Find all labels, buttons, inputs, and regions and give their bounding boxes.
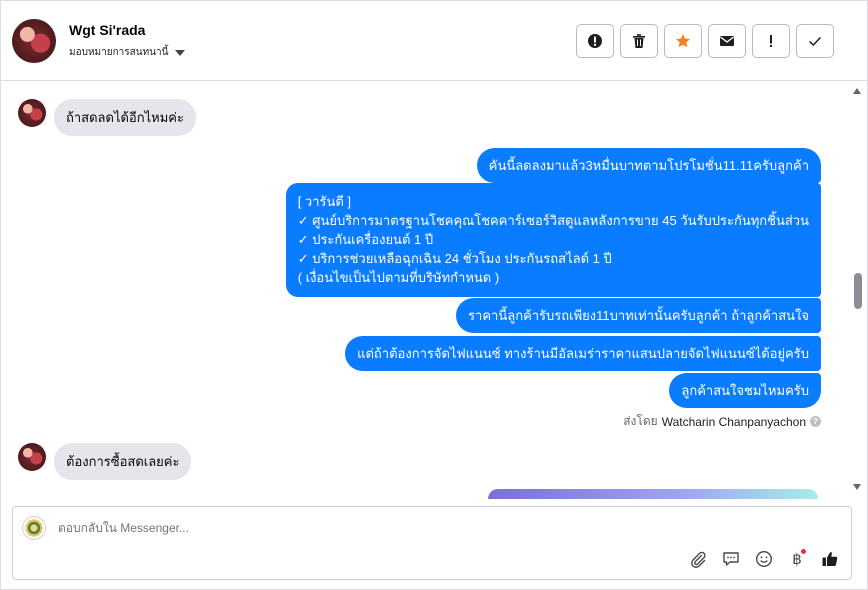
like-button[interactable] bbox=[819, 548, 841, 570]
conversation-actions bbox=[576, 24, 834, 58]
delete-button[interactable] bbox=[620, 24, 658, 58]
alert-circle-icon bbox=[588, 34, 602, 48]
attachment-card-partial[interactable] bbox=[488, 489, 818, 499]
outgoing-message-warranty[interactable]: [ วารันตี ] ✓ ศูนย์บริการมาตรฐานโชคคุณโช… bbox=[285, 183, 821, 297]
exclamation-icon bbox=[770, 35, 772, 47]
inbox-conversation-panel: Wgt Si'rada มอบหมายการสนทนานี้ ถ้าสดลดได… bbox=[0, 0, 868, 590]
reply-input[interactable] bbox=[58, 521, 658, 535]
assign-conversation-dropdown[interactable]: มอบหมายการสนทนานี้ bbox=[69, 45, 186, 60]
scroll-down-arrow-icon[interactable] bbox=[853, 484, 861, 490]
scroll-up-arrow-icon[interactable] bbox=[853, 88, 861, 94]
scroll-thumb[interactable] bbox=[854, 273, 862, 309]
trash-icon bbox=[633, 34, 645, 48]
assign-label: มอบหมายการสนทนานี้ bbox=[69, 47, 169, 58]
contact-name[interactable]: Wgt Si'rada bbox=[69, 22, 145, 38]
warranty-line: ✓ บริการช่วยเหลือฉุกเฉิน 24 ชั่วโมง ประก… bbox=[297, 251, 612, 266]
chat-bubble-icon bbox=[723, 552, 739, 566]
warranty-line: ✓ ศูนย์บริการมาตรฐานโชคคุณโชคคาร์เซอร์วิ… bbox=[297, 213, 809, 228]
incoming-message[interactable]: ต้องการซื้อสดเลยค่ะ bbox=[54, 443, 192, 480]
conversation-header: Wgt Si'rada มอบหมายการสนทนานี้ bbox=[1, 1, 867, 81]
payment-button[interactable]: ฿ bbox=[786, 548, 808, 570]
important-button[interactable] bbox=[752, 24, 790, 58]
warranty-line: ✓ ประกันเครื่องยนต์ 1 ปี bbox=[297, 232, 434, 247]
outgoing-message[interactable]: ราคานี้ลูกค้ารับรถเพียง11บาทเท่านั้นครับ… bbox=[456, 298, 821, 333]
sent-by-prefix: ส่งโดย bbox=[623, 414, 658, 428]
emoji-button[interactable] bbox=[753, 548, 775, 570]
page-avatar bbox=[22, 516, 46, 540]
outgoing-message[interactable]: ลูกค้าสนใจชมไหมครับ bbox=[669, 373, 821, 408]
composer-tools: ฿ bbox=[687, 548, 841, 570]
envelope-icon bbox=[720, 36, 734, 46]
sender-name[interactable]: Watcharin Chanpanyachon bbox=[662, 415, 806, 429]
thumbs-up-icon bbox=[822, 552, 838, 566]
notification-dot bbox=[800, 548, 807, 555]
info-icon[interactable]: ? bbox=[810, 416, 821, 427]
caret-down-icon bbox=[175, 49, 186, 56]
incoming-message[interactable]: ถ้าสดลดได้อีกไหมค่ะ bbox=[54, 99, 196, 136]
outgoing-message[interactable]: คันนี้ลดลงมาแล้ว3หมื่นบาทตามโปรโมชั่น11.… bbox=[476, 148, 821, 183]
star-icon bbox=[676, 34, 690, 48]
star-button[interactable] bbox=[664, 24, 702, 58]
check-icon bbox=[808, 36, 822, 47]
paperclip-icon bbox=[691, 551, 706, 568]
saved-replies-button[interactable] bbox=[720, 548, 742, 570]
mark-done-button[interactable] bbox=[796, 24, 834, 58]
message-thread[interactable]: ถ้าสดลดได้อีกไหมค่ะ คันนี้ลดลงมาแล้ว3หมื… bbox=[1, 82, 849, 495]
contact-avatar-small bbox=[18, 443, 46, 471]
outgoing-message[interactable]: แต่ถ้าต้องการจัดไฟแนนซ์ ทางร้านมีอัลเมร่… bbox=[345, 336, 821, 371]
warranty-line: ( เงื่อนไขเป็นไปตามที่บริษัทกำหนด ) bbox=[297, 270, 500, 285]
sent-by-label: ส่งโดย Watcharin Chanpanyachon ? bbox=[623, 412, 821, 431]
warranty-line: [ วารันตี ] bbox=[297, 194, 352, 209]
smiley-icon bbox=[755, 550, 773, 568]
reply-composer: ฿ bbox=[12, 506, 852, 580]
attach-file-button[interactable] bbox=[687, 548, 709, 570]
report-spam-button[interactable] bbox=[576, 24, 614, 58]
contact-avatar[interactable] bbox=[12, 19, 56, 63]
mark-unread-button[interactable] bbox=[708, 24, 746, 58]
contact-avatar-small bbox=[18, 99, 46, 127]
